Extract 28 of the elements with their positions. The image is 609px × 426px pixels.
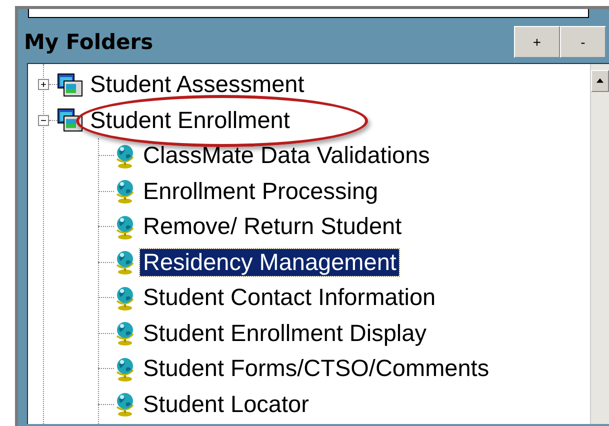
collapse-icon[interactable] <box>38 114 49 126</box>
tree-item[interactable]: Enrollment Processing <box>140 178 382 205</box>
tree-item[interactable]: Student Enrollment <box>87 106 293 134</box>
tree-item[interactable]: Student Forms/CTSO/Comments <box>140 355 492 382</box>
globe-icon <box>114 249 136 276</box>
expand-icon[interactable] <box>38 79 49 90</box>
scroll-up-button[interactable] <box>591 70 609 92</box>
tree-item[interactable]: Student Contact Information <box>140 284 439 312</box>
tree-item[interactable]: Student Enrollment Display <box>140 320 430 347</box>
tree-item[interactable]: Remove/ Return Student <box>140 213 405 240</box>
globe-icon <box>114 284 136 311</box>
globe-icon <box>114 356 136 382</box>
text-field[interactable] <box>28 9 589 18</box>
globe-icon <box>114 391 136 418</box>
globe-icon <box>114 320 136 346</box>
folder-window-icon <box>57 108 83 132</box>
folder-window-icon <box>57 72 83 97</box>
globe-icon <box>114 178 136 204</box>
tree-item[interactable]: Student Assessment <box>87 71 308 98</box>
toolbar-button[interactable]: + <box>514 26 560 58</box>
tree-item[interactable]: Student Locator <box>140 390 312 418</box>
globe-icon <box>114 214 136 240</box>
tree-item[interactable]: ClassMate Data Validations <box>140 142 433 170</box>
scrollbar[interactable] <box>590 64 609 424</box>
tree-item[interactable]: Residency Management <box>140 248 400 276</box>
panel-title: My Folders <box>24 30 154 54</box>
toolbar-button[interactable]: - <box>560 26 606 58</box>
globe-icon <box>114 142 136 169</box>
